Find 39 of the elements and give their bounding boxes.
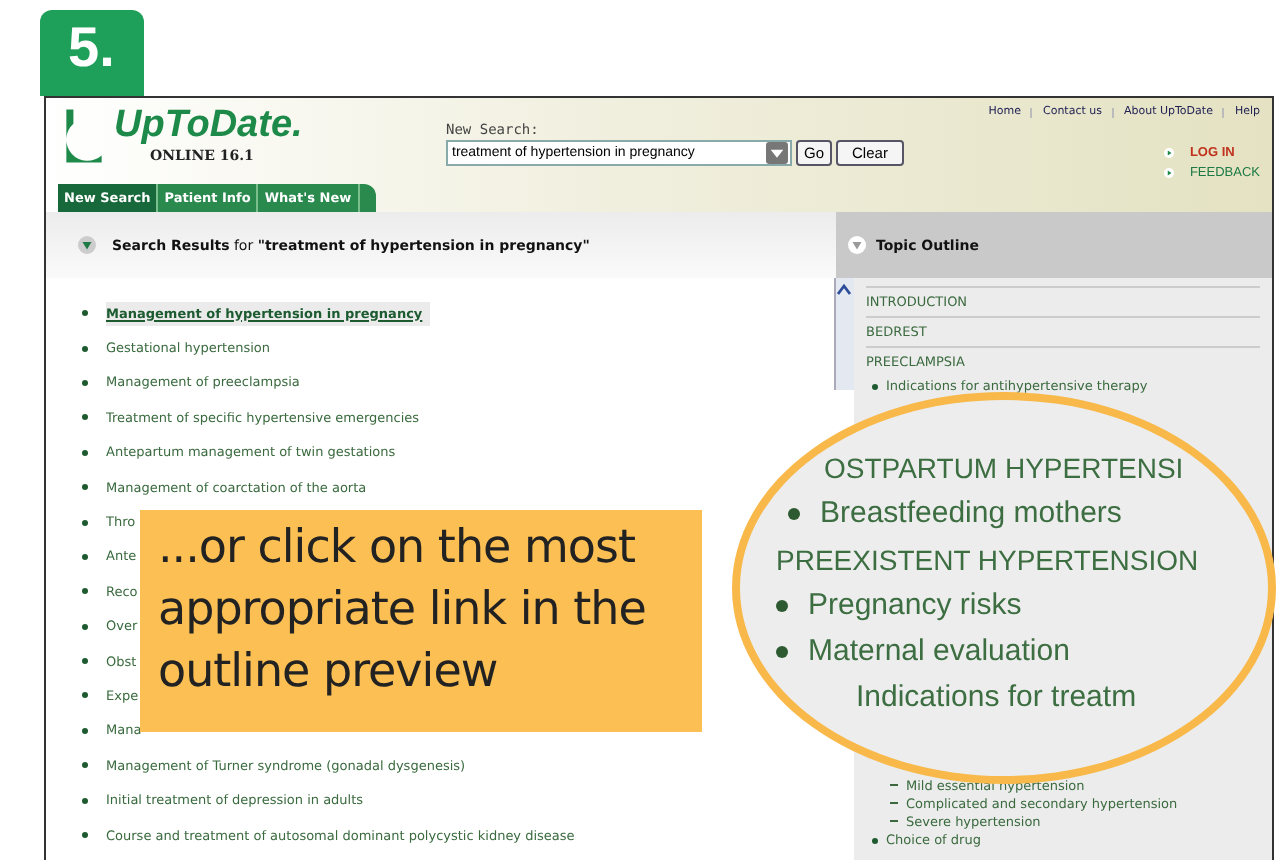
bullet-icon	[82, 449, 88, 456]
bullet-icon	[82, 692, 88, 699]
scroll-up-icon[interactable]	[836, 282, 852, 298]
outline-link[interactable]: Pregnancy risks	[808, 588, 1022, 622]
outline-link[interactable]: OSTPARTUM HYPERTENSI	[824, 451, 1184, 483]
bullet-icon	[82, 797, 88, 804]
bullet-icon	[82, 379, 88, 386]
bullet-icon	[82, 310, 88, 317]
bullet-icon	[82, 727, 88, 734]
outline-link[interactable]: PREEXISTENT HYPERTENSION	[776, 543, 1199, 575]
bullet-icon	[776, 599, 788, 611]
arrow-bullet-icon	[1163, 168, 1174, 178]
arrow-bullet-icon	[1163, 148, 1174, 158]
bullet-icon	[872, 383, 878, 389]
bullet-icon	[82, 345, 88, 352]
bullet-icon	[82, 414, 88, 421]
collapse-icon[interactable]	[78, 236, 96, 254]
dash-icon	[890, 820, 898, 822]
bullet-icon	[82, 588, 88, 595]
outline-link[interactable]: Breastfeeding mothers	[820, 496, 1122, 530]
callout-text: ...or click on the most appropriate link in the outline preview	[158, 520, 646, 702]
outline-link[interactable]: Indications for treatm	[856, 680, 1137, 714]
bullet-icon	[872, 837, 878, 843]
bullet-icon	[788, 507, 800, 519]
logo-text: UpToDate.	[114, 106, 303, 146]
bullet-icon	[82, 623, 88, 630]
bullet-icon	[82, 658, 88, 665]
bullet-icon	[82, 832, 88, 839]
bullet-icon	[82, 762, 88, 769]
bullet-icon	[82, 553, 88, 560]
bullet-icon	[82, 484, 88, 491]
outline-link[interactable]: Maternal evaluation	[808, 634, 1070, 668]
collapse-icon[interactable]	[848, 236, 866, 254]
dash-icon	[890, 784, 898, 786]
scrollbar[interactable]	[834, 278, 854, 390]
dash-icon	[890, 802, 898, 804]
step-number: 5.	[40, 10, 144, 96]
bullet-icon	[82, 519, 88, 526]
bullet-icon	[776, 645, 788, 657]
